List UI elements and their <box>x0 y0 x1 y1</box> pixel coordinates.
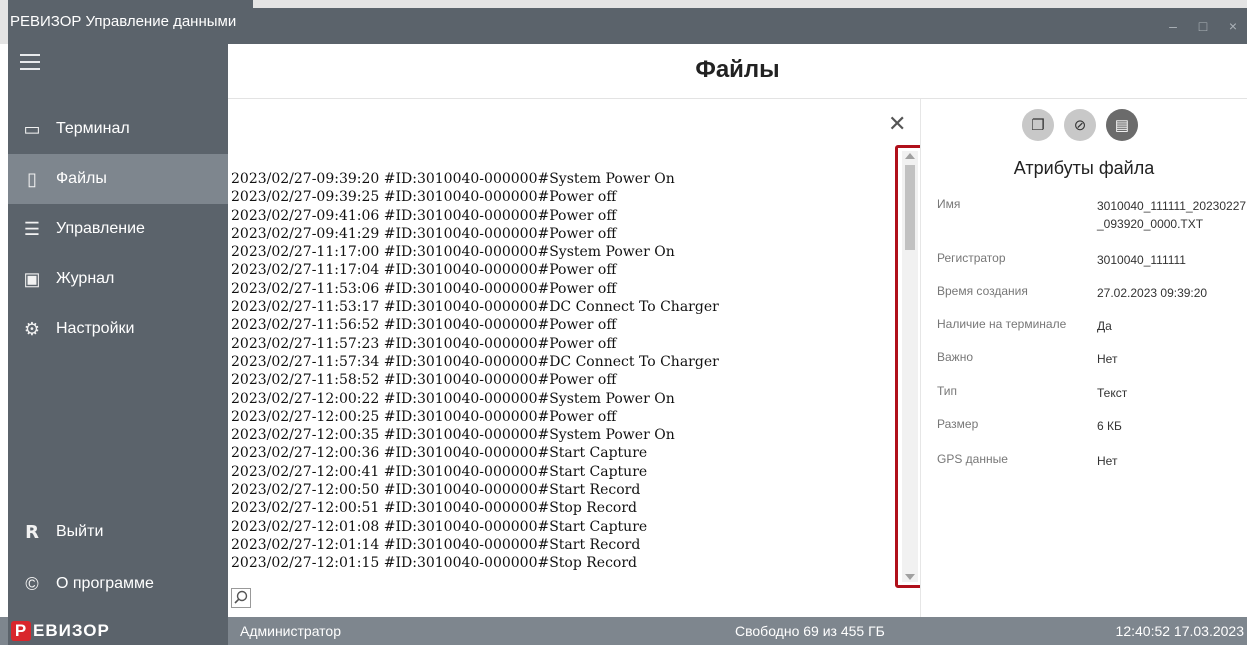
copy-icon[interactable]: ❐ <box>1022 109 1054 141</box>
menu-icon[interactable] <box>20 54 40 70</box>
sidebar-item-label: Управление <box>56 220 145 237</box>
log-line: 2023/02/27-11:53:17 #ID:3010040-000000#D… <box>231 299 719 316</box>
log-line: 2023/02/27-11:17:00 #ID:3010040-000000#S… <box>231 244 675 261</box>
attributes-panel: ❐ ⊘ ▤ Атрибуты файла Имя 3010040_111111_… <box>920 99 1247 617</box>
log-line: 2023/02/27-11:56:52 #ID:3010040-000000#P… <box>231 317 617 334</box>
datetime: 12:40:52 17.03.2023 <box>1115 623 1244 639</box>
sidebar-item-settings[interactable]: ⚙ Настройки <box>8 304 228 354</box>
minimize-button[interactable]: – <box>1165 18 1181 34</box>
panel-toolbar: ❐ ⊘ ▤ <box>1022 109 1138 141</box>
user-icon: 𝗥 <box>25 521 39 542</box>
file-viewer: ✕ 2023/02/27-09:39:20 #ID:3010040-000000… <box>228 99 920 617</box>
zoom-icon[interactable] <box>231 588 251 608</box>
attr-label: Тип <box>937 384 958 398</box>
sliders-icon: ☰ <box>23 218 41 239</box>
title-bar: РЕВИЗОР Управление данными – □ × <box>0 0 1247 44</box>
scroll-thumb[interactable] <box>905 165 915 250</box>
scroll-down-icon[interactable] <box>905 574 915 580</box>
log-line: 2023/02/27-12:00:50 #ID:3010040-000000#S… <box>231 482 641 499</box>
brand-letter: Р <box>11 621 31 641</box>
page-title: Файлы <box>695 56 780 83</box>
log-line: 2023/02/27-11:57:34 #ID:3010040-000000#D… <box>231 353 719 370</box>
brand-name: ЕВИЗОР <box>33 621 110 640</box>
attr-label: Наличие на терминале <box>937 317 1067 331</box>
sidebar-item-about[interactable]: © О программе <box>8 559 228 609</box>
sidebar-item-label: Терминал <box>56 120 130 137</box>
attr-value: Нет <box>1097 352 1118 366</box>
sidebar: ▭ Терминал ▯ Файлы ☰ Управление ▣ Журнал… <box>8 44 228 617</box>
log-line: 2023/02/27-11:17:04 #ID:3010040-000000#P… <box>231 262 617 279</box>
log-line: 2023/02/27-09:41:06 #ID:3010040-000000#P… <box>231 207 617 224</box>
log-line: 2023/02/27-12:00:51 #ID:3010040-000000#S… <box>231 500 638 517</box>
export-icon[interactable]: ▤ <box>1106 109 1138 141</box>
page-header: Файлы <box>228 44 1247 99</box>
log-line: 2023/02/27-12:00:35 #ID:3010040-000000#S… <box>231 427 675 444</box>
current-user: Администратор <box>240 623 342 639</box>
status-bar: Р ЕВИЗОР Администратор Свободно 69 из 45… <box>0 617 1247 645</box>
log-line: 2023/02/27-09:39:20 #ID:3010040-000000#S… <box>231 171 675 187</box>
log-line: 2023/02/27-12:01:14 #ID:3010040-000000#S… <box>231 536 641 553</box>
attr-label: GPS данные <box>937 452 1008 466</box>
sidebar-item-label: Файлы <box>56 170 107 187</box>
window-title: РЕВИЗОР Управление данными <box>8 0 253 44</box>
attr-value: Текст <box>1097 386 1128 400</box>
attr-label: Важно <box>937 350 974 364</box>
sidebar-item-logout[interactable]: 𝗥 Выйти <box>8 507 228 557</box>
brand-logo: Р ЕВИЗОР <box>8 617 228 645</box>
log-line: 2023/02/27-12:00:22 #ID:3010040-000000#S… <box>231 390 675 407</box>
maximize-button[interactable]: □ <box>1195 18 1211 34</box>
attr-value: 3010040_111111 <box>1097 253 1186 267</box>
attr-label: Имя <box>937 197 961 211</box>
sidebar-item-label: Настройки <box>56 320 135 337</box>
free-space: Свободно 69 из 455 ГБ <box>735 623 885 639</box>
attr-value: 3010040_111111_20230227_093920_0000.TXT <box>1097 199 1247 231</box>
copyright-icon: © <box>25 573 39 594</box>
sidebar-item-control[interactable]: ☰ Управление <box>8 204 228 254</box>
attr-value: 6 КБ <box>1097 419 1122 433</box>
log-line: 2023/02/27-12:00:41 #ID:3010040-000000#S… <box>231 463 648 480</box>
scrollbar[interactable] <box>902 151 918 582</box>
title-bar-fill <box>253 8 1247 44</box>
log-text[interactable]: 2023/02/27-09:39:20 #ID:3010040-000000#S… <box>231 170 901 595</box>
file-icon: ▯ <box>27 168 37 189</box>
scroll-up-icon[interactable] <box>905 153 915 159</box>
attr-label: Время создания <box>937 284 1028 298</box>
log-line: 2023/02/27-11:53:06 #ID:3010040-000000#P… <box>231 280 617 297</box>
attr-value: 27.02.2023 09:39:20 <box>1097 286 1208 300</box>
gear-icon: ⚙ <box>23 318 41 339</box>
window-controls: – □ × <box>1165 10 1241 42</box>
sidebar-item-terminal[interactable]: ▭ Терминал <box>8 104 228 154</box>
close-icon[interactable]: ✕ <box>888 111 906 137</box>
sidebar-item-files[interactable]: ▯ Файлы <box>8 154 228 204</box>
attr-label: Регистратор <box>937 251 1006 265</box>
sidebar-item-label: О программе <box>56 575 154 592</box>
log-line: 2023/02/27-12:00:36 #ID:3010040-000000#S… <box>231 445 648 462</box>
attr-value: Да <box>1097 319 1112 333</box>
log-line: 2023/02/27-09:39:25 #ID:3010040-000000#P… <box>231 189 617 206</box>
sidebar-item-label: Журнал <box>56 270 115 287</box>
close-window-button[interactable]: × <box>1225 18 1241 34</box>
panel-title: Атрибуты файла <box>1013 158 1155 178</box>
log-line: 2023/02/27-12:00:25 #ID:3010040-000000#P… <box>231 408 617 425</box>
log-line: 2023/02/27-12:01:15 #ID:3010040-000000#S… <box>231 555 638 572</box>
terminal-icon: ▭ <box>23 118 41 139</box>
tag-icon[interactable]: ⊘ <box>1064 109 1096 141</box>
attr-label: Размер <box>937 417 979 431</box>
log-line: 2023/02/27-12:01:08 #ID:3010040-000000#S… <box>231 518 648 535</box>
log-line: 2023/02/27-09:41:29 #ID:3010040-000000#P… <box>231 225 617 242</box>
sidebar-item-journal[interactable]: ▣ Журнал <box>8 254 228 304</box>
log-line: 2023/02/27-11:58:52 #ID:3010040-000000#P… <box>231 372 617 389</box>
sidebar-item-label: Выйти <box>56 523 104 540</box>
attr-value: Нет <box>1097 454 1118 468</box>
log-line: 2023/02/27-11:57:23 #ID:3010040-000000#P… <box>231 335 617 352</box>
journal-icon: ▣ <box>23 268 41 289</box>
